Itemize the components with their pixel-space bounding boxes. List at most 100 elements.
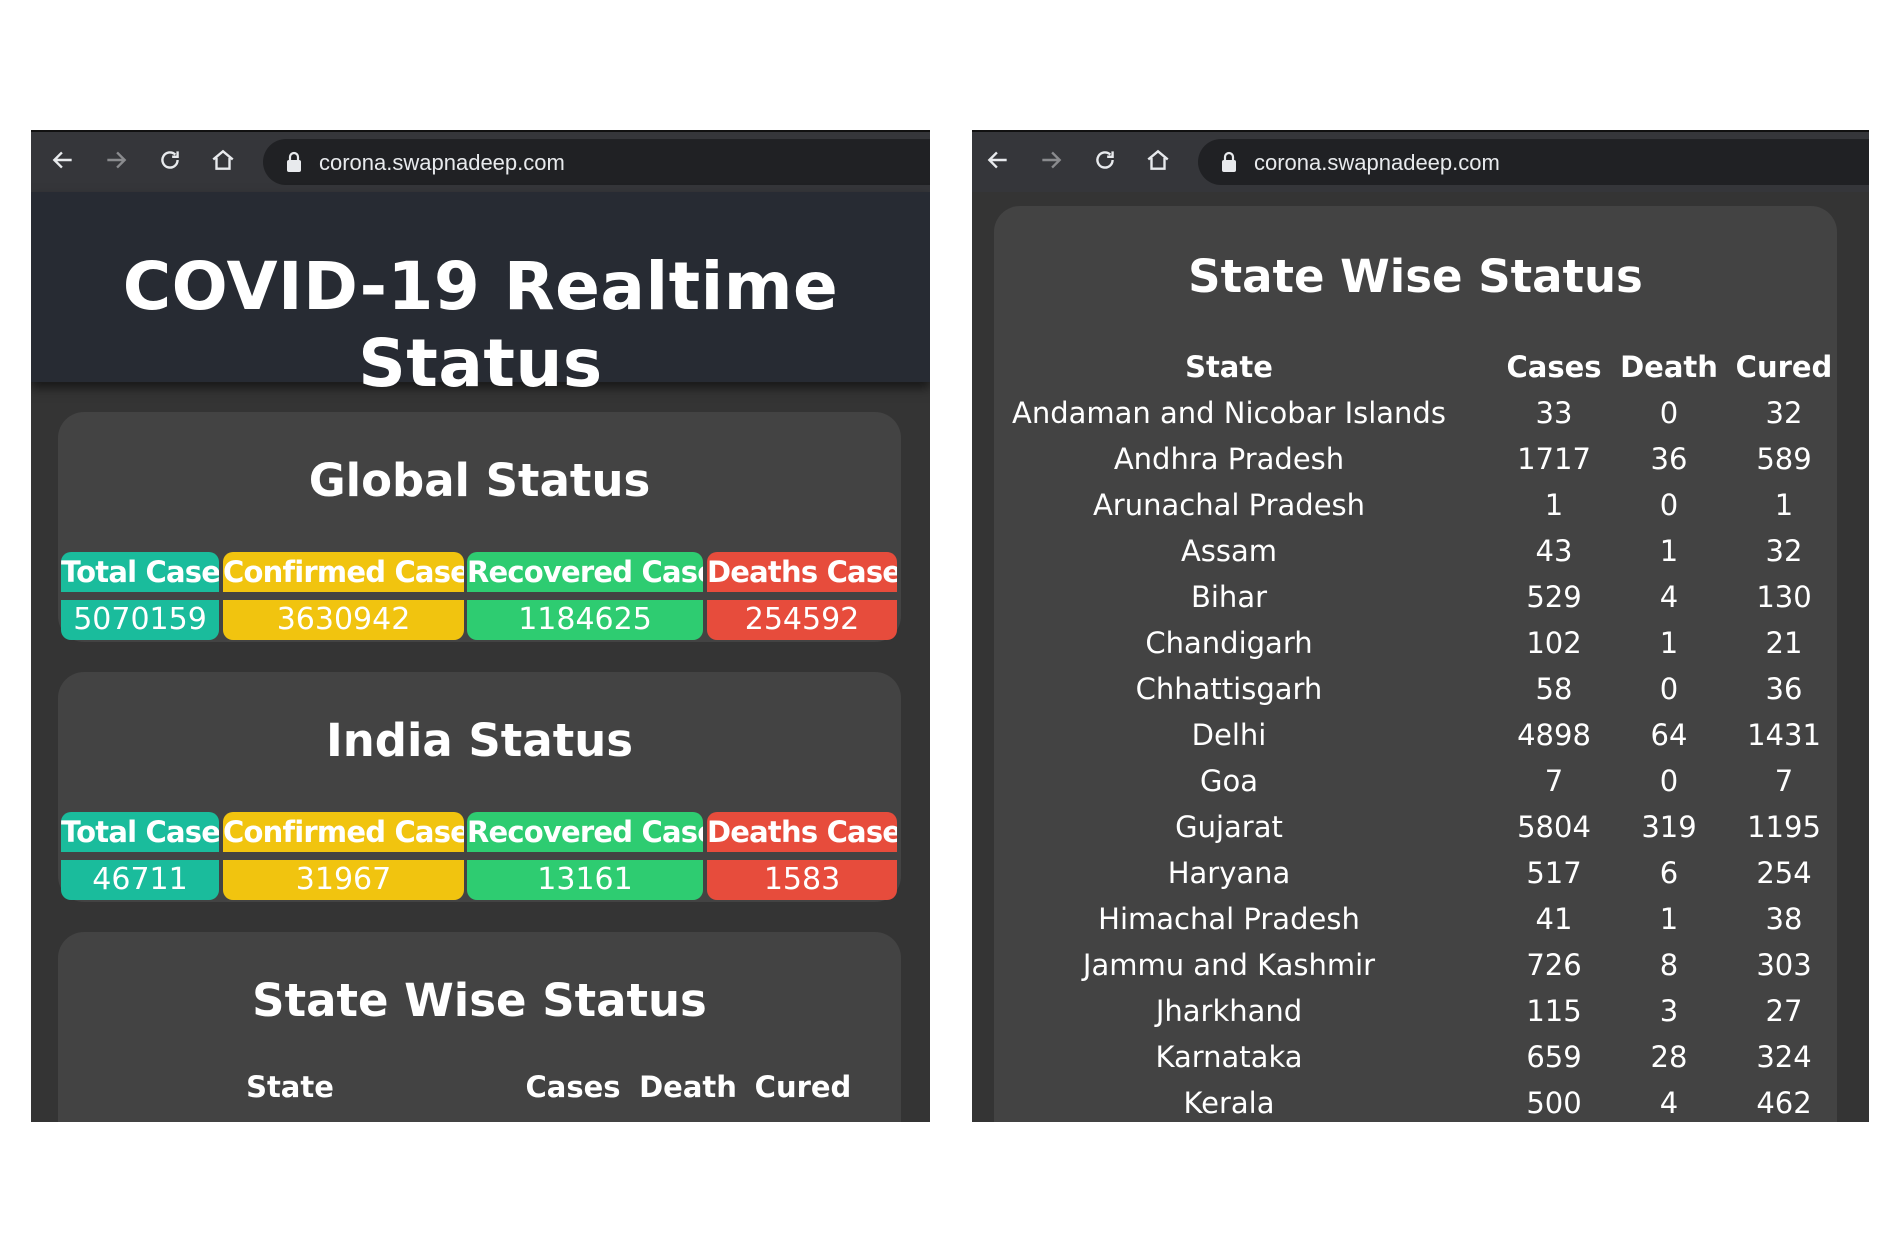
cured-cell: 36: [1765, 672, 1803, 706]
address-bar[interactable]: corona.swapnadeep.com: [263, 139, 930, 185]
stat-label: Confirmed Cases: [223, 552, 464, 592]
state-wise-title: State Wise Status: [252, 974, 707, 1027]
stat-value: 46711: [61, 860, 219, 900]
cured-cell: 38: [1765, 902, 1803, 936]
page-title: COVID-19 Realtime Status: [122, 248, 839, 402]
stat-label: Recovered Cases: [467, 552, 703, 592]
state-name-cell: Karnataka: [1155, 1040, 1303, 1074]
global-status-card: Global Status Total Cases 5070159 Confir…: [58, 412, 901, 642]
browser-window-right: corona.swapnadeep.com State Wise Status …: [972, 130, 1869, 1122]
global-recovered-cases: Recovered Cases 1184625: [467, 552, 703, 640]
cured-cell: 303: [1756, 948, 1812, 982]
stat-value: 13161: [467, 860, 703, 900]
column-header-cases: Cases: [525, 1070, 621, 1104]
state-name-cell: Chandigarh: [1145, 626, 1313, 660]
death-cell: 1: [1659, 626, 1679, 660]
back-arrow-icon[interactable]: [47, 144, 79, 176]
india-confirmed-cases: Confirmed Cases 31967: [223, 812, 464, 900]
cured-cell: 1195: [1747, 810, 1821, 844]
state-name-cell: Haryana: [1167, 856, 1291, 890]
reload-icon[interactable]: [1089, 144, 1121, 176]
india-total-cases: Total Cases 46711: [61, 812, 219, 900]
global-confirmed-cases: Confirmed Cases 3630942: [223, 552, 464, 640]
cured-cell: 589: [1756, 442, 1812, 476]
death-cell: 3: [1659, 994, 1679, 1028]
address-bar[interactable]: corona.swapnadeep.com: [1198, 139, 1869, 185]
state-wise-title: State Wise Status: [1188, 250, 1643, 303]
cured-cell: 32: [1765, 534, 1803, 568]
death-cell: 319: [1641, 810, 1697, 844]
cases-cell: 659: [1526, 1040, 1582, 1074]
cured-cell: 1: [1774, 488, 1794, 522]
cured-cell: 130: [1756, 580, 1812, 614]
back-arrow-icon[interactable]: [982, 144, 1014, 176]
stat-value: 1583: [707, 860, 897, 900]
death-cell: 64: [1650, 718, 1688, 752]
cases-cell: 726: [1526, 948, 1582, 982]
cases-cell: 102: [1526, 626, 1582, 660]
state-name-cell: Assam: [1180, 534, 1278, 568]
state-name-cell: Delhi: [1191, 718, 1267, 752]
cured-cell: 7: [1774, 764, 1794, 798]
browser-toolbar: corona.swapnadeep.com: [31, 130, 930, 192]
cases-cell: 43: [1535, 534, 1573, 568]
state-wise-card: State Wise Status State Cases Death Cure…: [994, 206, 1837, 1122]
lock-icon[interactable]: [1220, 151, 1238, 173]
cases-cell: 517: [1526, 856, 1582, 890]
cured-cell: 462: [1756, 1086, 1812, 1120]
state-name-cell: Himachal Pradesh: [1098, 902, 1360, 936]
cases-cell: 115: [1526, 994, 1582, 1028]
death-cell: 4: [1659, 580, 1679, 614]
india-recovered-cases: Recovered Cases 13161: [467, 812, 703, 900]
stat-label: Deaths Cases: [707, 552, 897, 592]
india-status-card: India Status Total Cases 46711 Confirmed…: [58, 672, 901, 902]
death-cell: 0: [1659, 672, 1679, 706]
lock-icon[interactable]: [285, 151, 303, 173]
browser-toolbar: corona.swapnadeep.com: [972, 130, 1869, 192]
india-status-title: India Status: [325, 714, 634, 767]
reload-icon[interactable]: [154, 144, 186, 176]
url-text: corona.swapnadeep.com: [319, 150, 565, 175]
death-cell: 0: [1659, 396, 1679, 430]
forward-arrow-icon[interactable]: [100, 144, 132, 176]
cases-cell: 529: [1526, 580, 1582, 614]
death-cell: 36: [1650, 442, 1688, 476]
death-cell: 6: [1659, 856, 1679, 890]
page-header: COVID-19 Realtime Status: [31, 192, 930, 402]
cases-cell: 1717: [1517, 442, 1591, 476]
cured-cell: 27: [1765, 994, 1803, 1028]
global-stats-row: Total Cases 5070159 Confirmed Cases 3630…: [61, 552, 901, 640]
india-stats-row: Total Cases 46711 Confirmed Cases 31967 …: [61, 812, 901, 900]
cases-cell: 33: [1535, 396, 1573, 430]
stat-value: 5070159: [61, 600, 219, 640]
death-cell: 0: [1659, 488, 1679, 522]
state-name-cell: Kerala: [1183, 1086, 1275, 1120]
column-header-state: State: [246, 1070, 334, 1104]
death-cell: 1: [1659, 534, 1679, 568]
cured-cell: 324: [1756, 1040, 1812, 1074]
death-cell: 4: [1659, 1086, 1679, 1120]
browser-window-left: corona.swapnadeep.com COVID-19 Realtime …: [31, 130, 930, 1122]
stat-label: Total Cases: [61, 812, 219, 852]
column-header-death: Death: [1620, 350, 1718, 384]
state-name-cell: Jammu and Kashmir: [1082, 948, 1376, 982]
cases-cell: 1: [1544, 488, 1564, 522]
state-name-cell: Andaman and Nicobar Islands: [1012, 396, 1446, 430]
cases-cell: 4898: [1517, 718, 1591, 752]
home-icon[interactable]: [207, 144, 239, 176]
stat-value: 1184625: [467, 600, 703, 640]
state-name-cell: Jharkhand: [1155, 994, 1303, 1028]
home-icon[interactable]: [1142, 144, 1174, 176]
india-deaths-cases: Deaths Cases 1583: [707, 812, 897, 900]
column-header-cases: Cases: [1506, 350, 1602, 384]
cases-cell: 58: [1535, 672, 1573, 706]
state-name-cell: Chhattisgarh: [1135, 672, 1323, 706]
stat-label: Recovered Cases: [467, 812, 703, 852]
stat-label: Confirmed Cases: [223, 812, 464, 852]
death-cell: 8: [1659, 948, 1679, 982]
forward-arrow-icon[interactable]: [1035, 144, 1067, 176]
cured-cell: 1431: [1747, 718, 1821, 752]
state-name-cell: Arunachal Pradesh: [1092, 488, 1366, 522]
state-name-cell: Gujarat: [1175, 810, 1283, 844]
column-header-state: State: [1185, 350, 1273, 384]
